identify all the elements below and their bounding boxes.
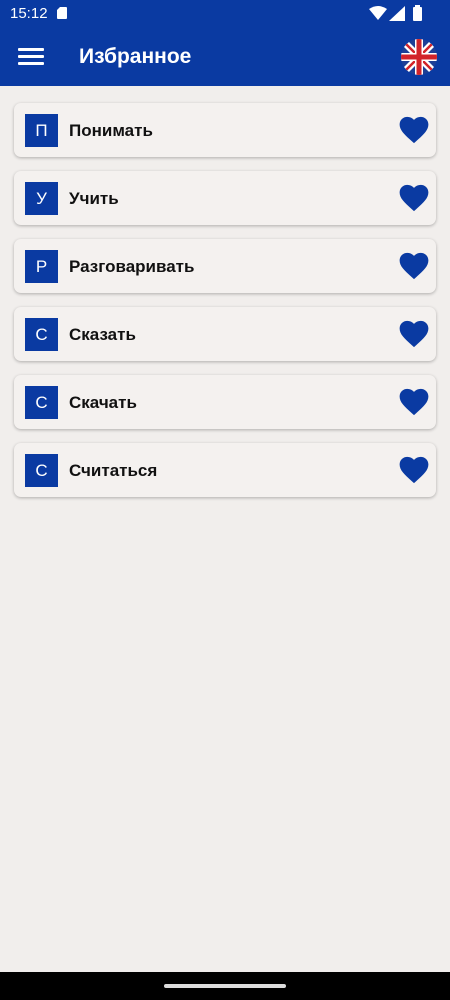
- word-label: Считаться: [69, 461, 158, 480]
- favorites-list: П Понимать У Учить Р Разговаривать С Ска…: [14, 103, 436, 511]
- word-label: Сказать: [69, 325, 136, 344]
- heart-icon[interactable]: [399, 116, 429, 144]
- word-label: Учить: [69, 189, 119, 208]
- heart-icon[interactable]: [399, 388, 429, 416]
- heart-icon[interactable]: [399, 320, 429, 348]
- hamburger-menu-icon[interactable]: [18, 47, 44, 67]
- letter-badge: П: [25, 114, 58, 147]
- page-title: Избранное: [79, 45, 192, 68]
- list-item[interactable]: С Скачать: [14, 375, 436, 429]
- wifi-icon: [369, 6, 387, 20]
- uk-flag-icon[interactable]: [401, 39, 437, 75]
- home-indicator[interactable]: [164, 984, 286, 988]
- heart-icon[interactable]: [399, 184, 429, 212]
- signal-icon: [389, 6, 405, 21]
- sim-card-icon: [56, 6, 67, 19]
- letter-badge: С: [25, 386, 58, 419]
- system-nav-bar: [0, 972, 450, 1000]
- word-label: Разговаривать: [69, 257, 195, 276]
- letter-badge: С: [25, 454, 58, 487]
- list-item[interactable]: С Считаться: [14, 443, 436, 497]
- letter-badge: С: [25, 318, 58, 351]
- status-time: 15:12: [10, 5, 48, 22]
- list-item[interactable]: У Учить: [14, 171, 436, 225]
- word-label: Скачать: [69, 393, 137, 412]
- letter-badge: Р: [25, 250, 58, 283]
- battery-icon: [413, 5, 422, 21]
- list-item[interactable]: П Понимать: [14, 103, 436, 157]
- heart-icon[interactable]: [399, 252, 429, 280]
- list-item[interactable]: Р Разговаривать: [14, 239, 436, 293]
- list-item[interactable]: С Сказать: [14, 307, 436, 361]
- word-label: Понимать: [69, 121, 153, 140]
- app-bar: 15:12 Избранное: [0, 0, 450, 86]
- status-bar: 15:12: [0, 0, 450, 28]
- letter-badge: У: [25, 182, 58, 215]
- heart-icon[interactable]: [399, 456, 429, 484]
